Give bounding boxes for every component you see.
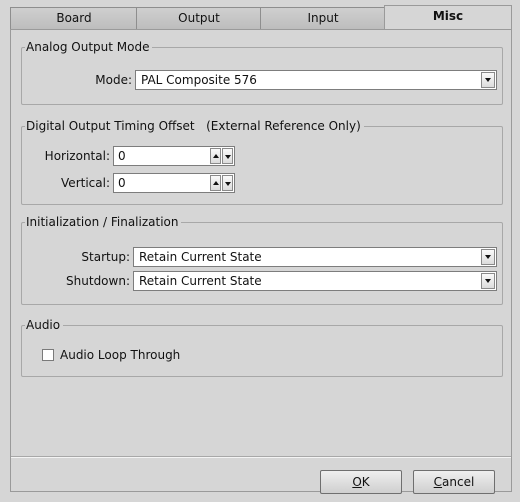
audio-group: Audio Audio Loop Through: [21, 317, 503, 377]
mode-label: Mode:: [95, 73, 132, 87]
audio-loop-through-label[interactable]: Audio Loop Through: [60, 347, 180, 363]
horizontal-decrement-icon[interactable]: [222, 148, 233, 164]
mode-dropdown[interactable]: PAL Composite 576: [135, 70, 497, 90]
vertical-value: 0: [118, 176, 126, 190]
audio-legend: Audio: [25, 317, 64, 333]
vertical-label: Vertical:: [61, 176, 110, 190]
vertical-spinbox[interactable]: 0: [113, 173, 235, 193]
initialization-legend: Initialization / Finalization: [25, 214, 182, 230]
tab-strip: Board Output Input Misc: [10, 5, 512, 30]
vertical-increment-icon[interactable]: [210, 175, 221, 191]
misc-tab-page: Analog Output Mode Mode: PAL Composite 5…: [10, 29, 512, 494]
tab-output[interactable]: Output: [136, 7, 262, 29]
shutdown-dropdown-value: Retain Current State: [139, 274, 262, 288]
shutdown-label: Shutdown:: [66, 274, 130, 288]
mode-dropdown-value: PAL Composite 576: [141, 73, 257, 87]
ok-label-rest: K: [361, 475, 370, 489]
horizontal-spinbox[interactable]: 0: [113, 146, 235, 166]
initialization-group: Initialization / Finalization Startup: R…: [21, 214, 503, 305]
tab-board[interactable]: Board: [10, 7, 138, 29]
startup-dropdown-value: Retain Current State: [139, 250, 262, 264]
cancel-label-rest: ancel: [442, 475, 475, 489]
dropdown-arrow-icon[interactable]: [481, 273, 495, 289]
ok-button[interactable]: OK: [320, 470, 402, 494]
horizontal-value: 0: [118, 149, 126, 163]
digital-timing-offset-legend: Digital Output Timing Offset (External R…: [25, 118, 364, 134]
cancel-mnemonic: C: [433, 475, 443, 489]
cancel-button[interactable]: Cancel: [413, 470, 495, 494]
dropdown-arrow-icon[interactable]: [481, 249, 495, 265]
tab-misc[interactable]: Misc: [384, 5, 512, 30]
settings-dialog: Board Output Input Misc Analog Output Mo…: [0, 0, 520, 502]
startup-label: Startup:: [81, 250, 130, 264]
analog-output-mode-legend: Analog Output Mode: [25, 39, 153, 55]
audio-loop-through-checkbox[interactable]: [42, 349, 54, 361]
horizontal-increment-icon[interactable]: [210, 148, 221, 164]
button-separator-highlight: [11, 457, 511, 458]
tab-input[interactable]: Input: [260, 7, 386, 29]
digital-timing-offset-group: Digital Output Timing Offset (External R…: [21, 118, 503, 205]
startup-dropdown[interactable]: Retain Current State: [133, 247, 497, 267]
vertical-decrement-icon[interactable]: [222, 175, 233, 191]
dropdown-arrow-icon[interactable]: [481, 72, 495, 88]
analog-output-mode-group: Analog Output Mode Mode: PAL Composite 5…: [21, 39, 503, 105]
ok-mnemonic: O: [352, 475, 362, 489]
shutdown-dropdown[interactable]: Retain Current State: [133, 271, 497, 291]
horizontal-label: Horizontal:: [44, 149, 110, 163]
